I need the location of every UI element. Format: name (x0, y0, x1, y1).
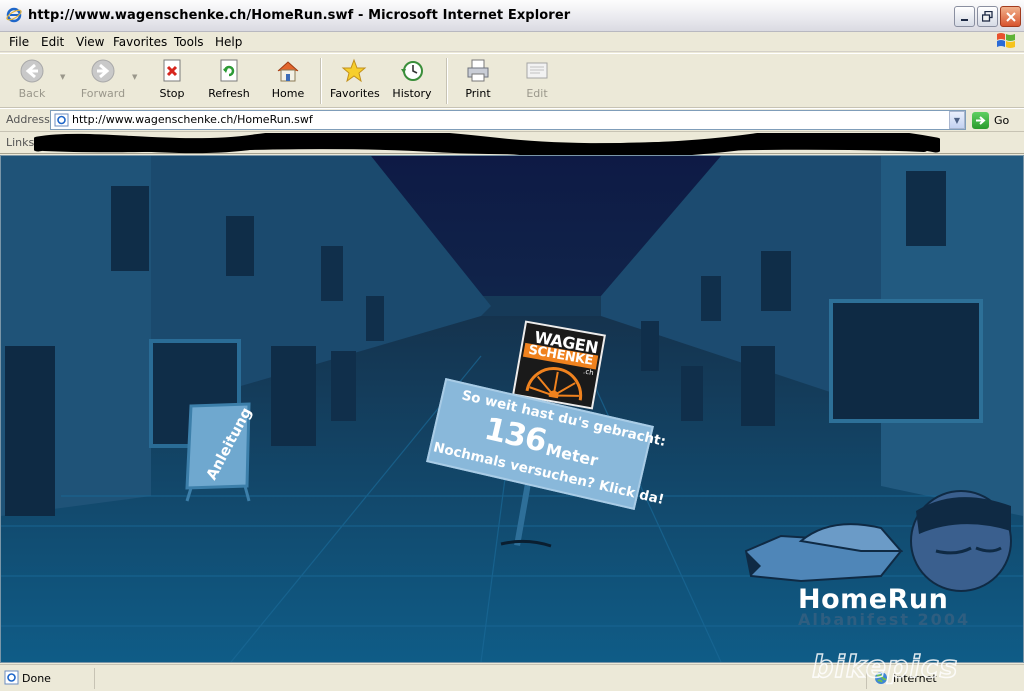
favorites-label: Favorites (330, 87, 380, 100)
address-bar: Address http://www.wagenschenke.ch/HomeR… (0, 108, 1024, 132)
windows-logo-icon (997, 33, 1015, 48)
ie-logo-icon (6, 7, 22, 23)
printer-icon (467, 59, 489, 82)
print-label: Print (465, 87, 491, 100)
minimize-button[interactable] (954, 6, 975, 27)
menu-help[interactable]: Help (215, 35, 242, 49)
menu-favorites[interactable]: Favorites (113, 35, 167, 49)
go-label: Go (994, 114, 1010, 127)
page-ie-icon (54, 113, 69, 127)
home-icon (277, 61, 299, 82)
restore-button[interactable] (977, 6, 998, 27)
title-bar: http://www.wagenschenke.ch/HomeRun.swf -… (0, 0, 1024, 32)
menu-tools[interactable]: Tools (174, 35, 204, 49)
back-button[interactable]: Back (14, 58, 50, 106)
home-label: Home (271, 87, 305, 100)
status-pane (94, 668, 95, 689)
history-button[interactable]: History (392, 58, 432, 106)
window-title: http://www.wagenschenke.ch/HomeRun.swf -… (28, 8, 571, 23)
menu-edit[interactable]: Edit (41, 35, 64, 49)
history-label: History (392, 87, 432, 100)
bikepics-watermark: bikepics (811, 650, 958, 686)
watermark-text: bikepics (812, 650, 958, 685)
minimize-icon (960, 18, 968, 21)
toolbar-separator (320, 58, 322, 104)
go-arrow-icon (972, 112, 989, 129)
refresh-button[interactable]: Refresh (207, 58, 251, 106)
favorites-button[interactable]: Favorites (330, 58, 380, 106)
stop-label: Stop (159, 87, 185, 100)
page-done-icon (4, 670, 19, 685)
forward-button[interactable]: Forward (80, 58, 126, 106)
edit-button[interactable]: Edit (522, 58, 552, 106)
back-label: Back (18, 87, 46, 100)
stop-icon (163, 59, 181, 82)
menu-file[interactable]: File (9, 35, 29, 49)
redaction-scribble (34, 133, 940, 155)
back-arrow-icon (20, 59, 44, 83)
forward-label: Forward (80, 87, 126, 100)
menu-bar: File Edit View Favorites Tools Help (0, 32, 1024, 52)
close-button[interactable] (1000, 6, 1021, 27)
address-dropdown-button[interactable]: ▼ (949, 111, 965, 129)
history-icon (401, 61, 423, 81)
forward-arrow-icon (91, 59, 115, 83)
home-button[interactable]: Home (271, 58, 305, 106)
restore-icon (982, 11, 993, 22)
flash-game-area[interactable]: WAGEN SCHENKE .ch So weit hast du's gebr… (0, 155, 1024, 663)
edit-label: Edit (526, 87, 548, 100)
chevron-down-icon: ▼ (953, 115, 961, 125)
address-url: http://www.wagenschenke.ch/HomeRun.swf (72, 113, 313, 126)
browser-window: http://www.wagenschenke.ch/HomeRun.swf -… (0, 0, 1024, 691)
toolbar-separator (446, 58, 448, 104)
standard-toolbar: Back ▼ Forward ▼ Stop Refresh Home Favor… (0, 53, 1024, 108)
game-subtitle: Albanifest 2004 (798, 610, 971, 629)
address-input[interactable]: http://www.wagenschenke.ch/HomeRun.swf (50, 110, 966, 130)
print-button[interactable]: Print (462, 58, 494, 106)
edit-page-icon (526, 62, 548, 79)
status-text: Done (22, 672, 51, 685)
links-bar: Links (0, 132, 1024, 155)
instructions-label: Anleitung (203, 405, 256, 483)
close-icon (1005, 11, 1016, 22)
refresh-label: Refresh (208, 87, 250, 100)
refresh-icon (220, 59, 238, 82)
star-icon (341, 58, 367, 83)
stop-button[interactable]: Stop (155, 58, 189, 106)
go-button[interactable]: Go (972, 111, 1009, 130)
instructions-sign[interactable]: Anleitung (188, 405, 255, 486)
address-label: Address (6, 113, 50, 126)
links-label: Links (6, 136, 35, 149)
menu-view[interactable]: View (76, 35, 104, 49)
